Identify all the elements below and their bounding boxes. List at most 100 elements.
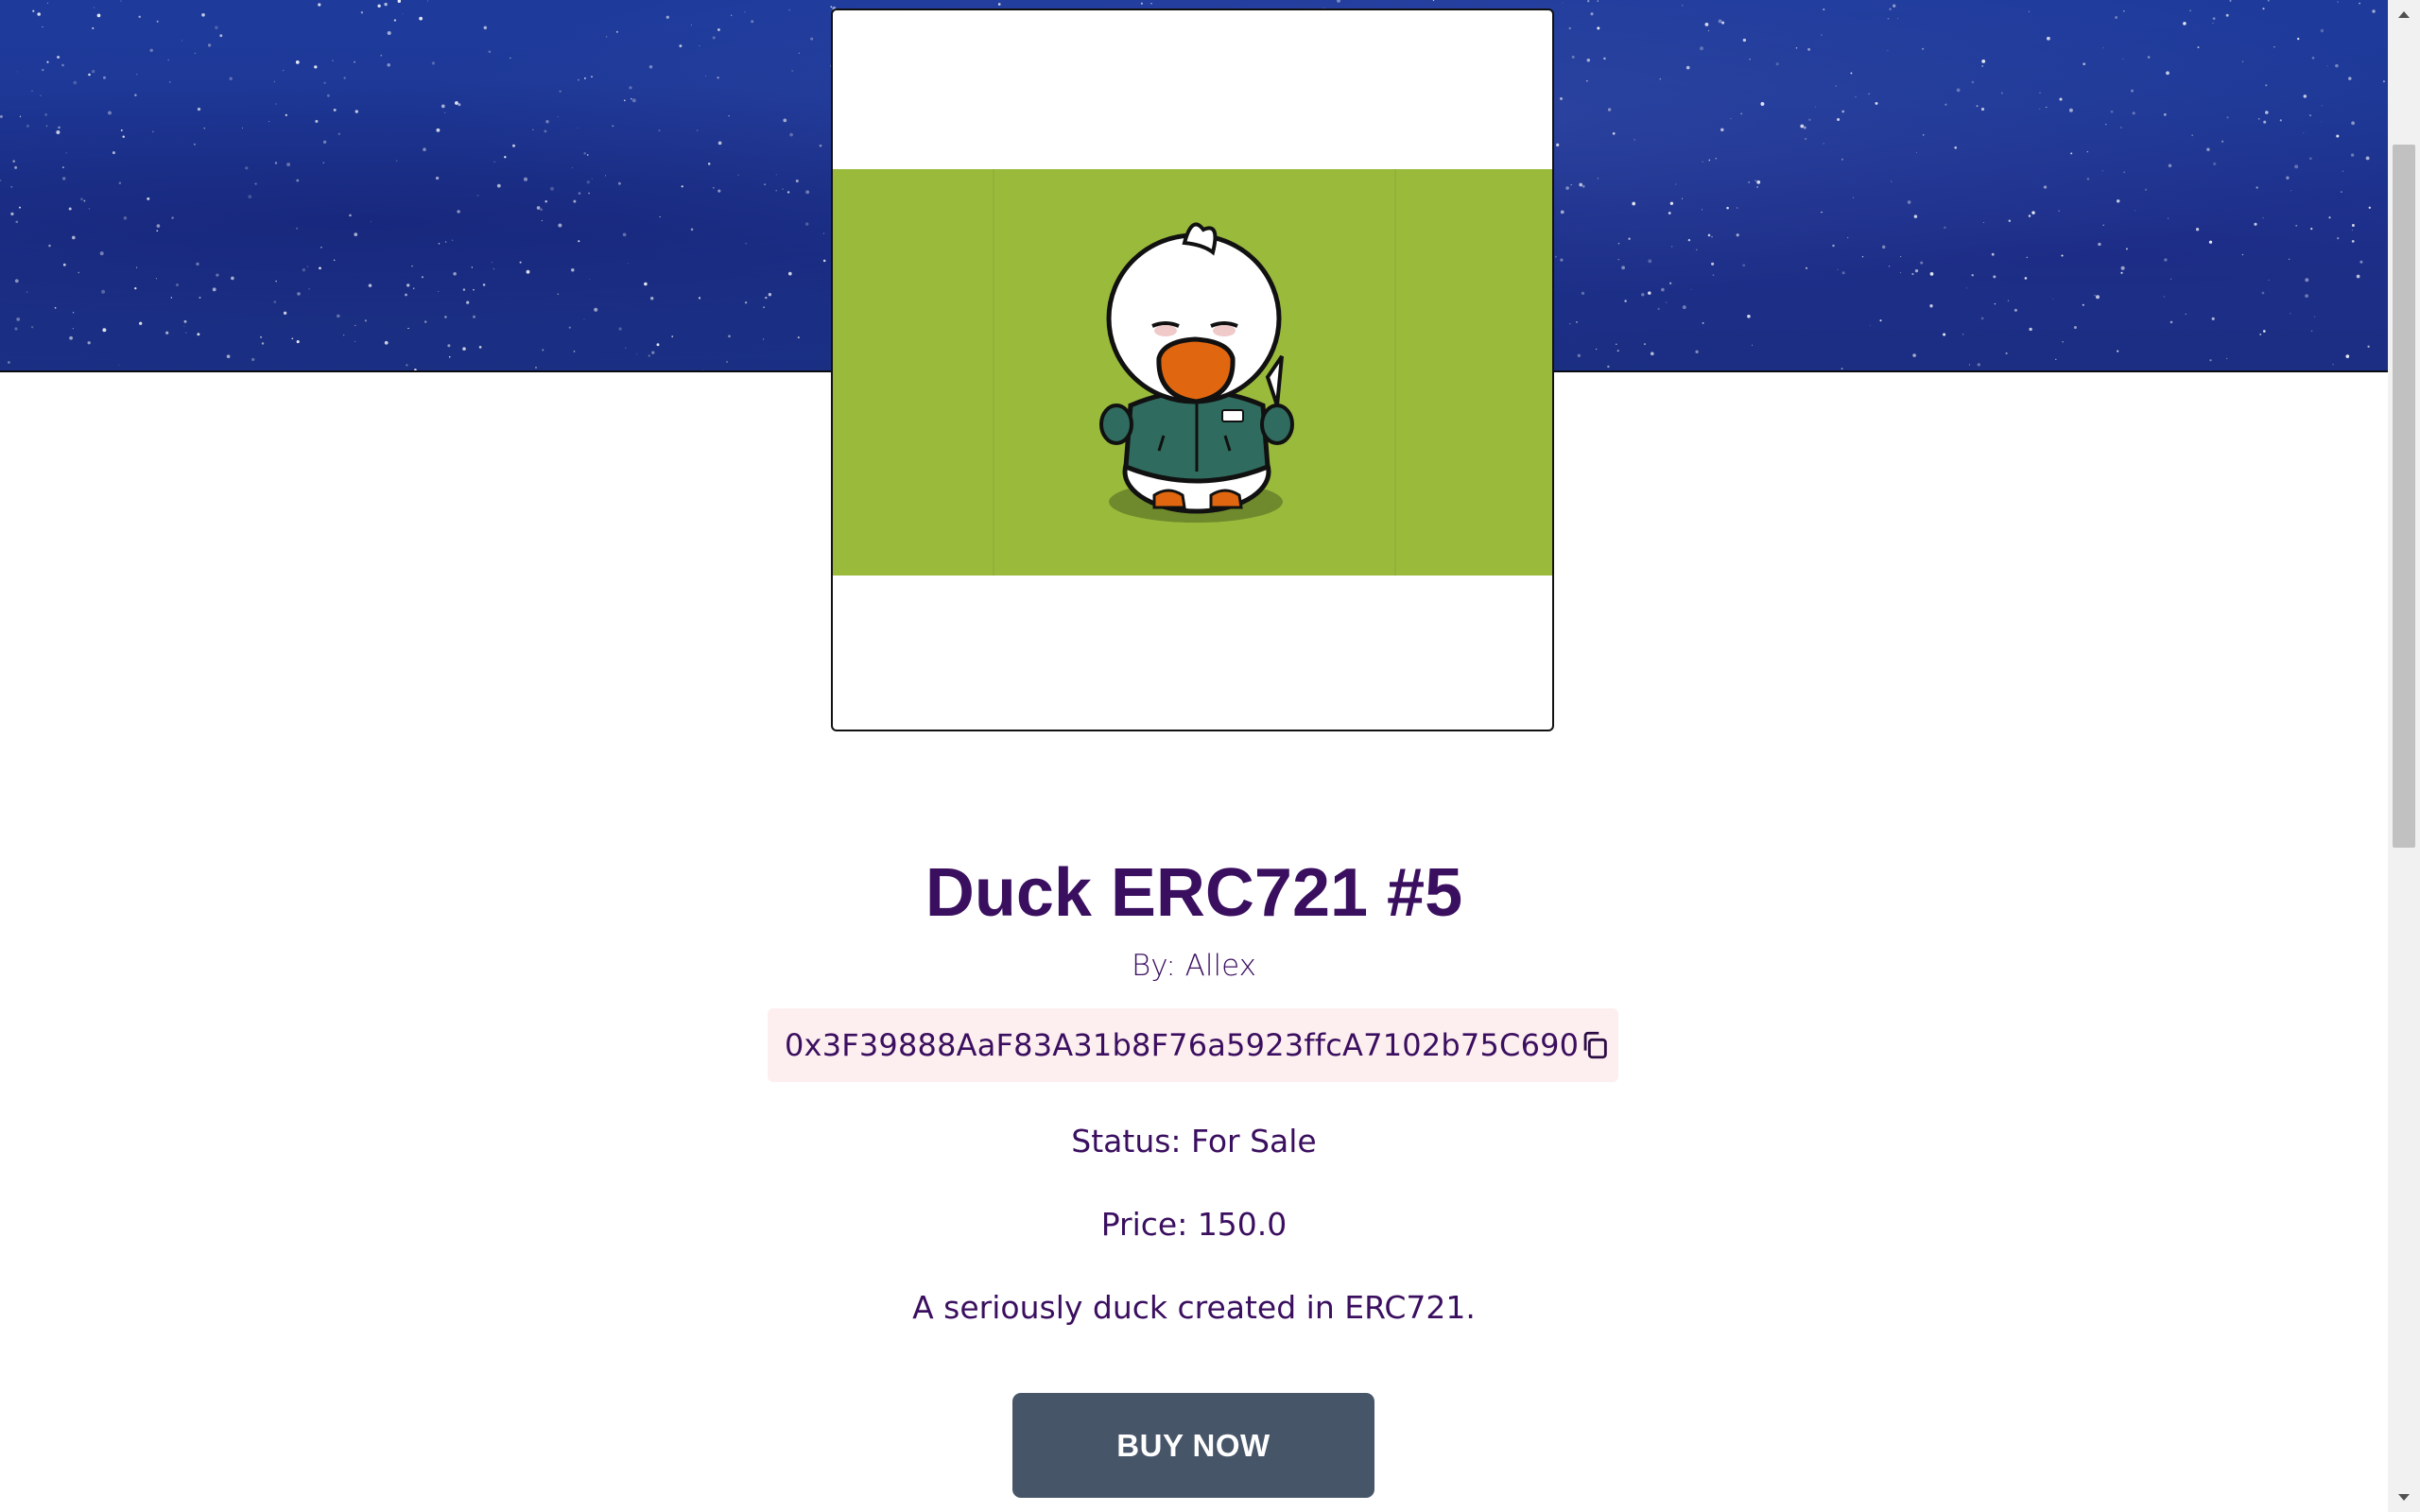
star [2101, 170, 2103, 172]
star [431, 61, 436, 65]
star [438, 243, 441, 245]
star [2117, 350, 2119, 352]
star [1775, 62, 1779, 66]
star [112, 151, 115, 155]
star [1617, 243, 1620, 245]
star [1887, 49, 1889, 52]
star [1568, 26, 1571, 30]
star [273, 80, 275, 82]
star [644, 282, 648, 286]
star [671, 335, 674, 337]
star [296, 179, 300, 182]
star [2195, 228, 2200, 232]
star [823, 232, 825, 234]
star [47, 2, 48, 4]
star [2213, 162, 2217, 166]
scrollbar-thumb[interactable] [2393, 145, 2415, 848]
scroll-down-arrow-icon[interactable] [2388, 1484, 2420, 1512]
star [354, 232, 358, 236]
star [291, 337, 294, 340]
star [2147, 56, 2151, 59]
star [577, 127, 579, 129]
star [2043, 185, 2048, 189]
star [260, 335, 263, 338]
star [788, 9, 790, 11]
nft-title: Duck ERC721 #5 [925, 855, 1463, 931]
star [1690, 288, 1692, 290]
star [2308, 157, 2312, 161]
star [2122, 58, 2124, 60]
nft-image-card[interactable] [831, 9, 1554, 731]
star [147, 197, 150, 200]
star [2029, 327, 2032, 332]
star [1962, 334, 1964, 335]
buy-now-button[interactable]: BUY NOW [1012, 1393, 1374, 1498]
scroll-up-arrow-icon[interactable] [2388, 0, 2420, 28]
star [448, 355, 451, 358]
star [559, 90, 562, 93]
star [1337, 0, 1340, 3]
star [333, 259, 336, 262]
star [207, 43, 212, 47]
star [2241, 253, 2244, 256]
vertical-scrollbar[interactable] [2388, 0, 2420, 1512]
star [261, 342, 265, 345]
star [54, 306, 57, 309]
star [1586, 80, 1588, 82]
star [1730, 117, 1732, 119]
star [219, 34, 223, 38]
star [493, 267, 495, 270]
copy-icon[interactable] [1579, 1029, 1611, 1061]
star [1977, 363, 1980, 367]
duck-artwork [833, 169, 1552, 576]
star [1981, 60, 1986, 63]
star [699, 44, 700, 47]
star [589, 279, 591, 281]
star [2039, 108, 2041, 110]
star [32, 9, 35, 12]
star [2212, 17, 2216, 20]
star [1595, 348, 1598, 351]
star [1700, 46, 1703, 51]
star [1847, 236, 1849, 239]
star [444, 112, 446, 113]
star [1747, 315, 1751, 318]
star [2059, 97, 2063, 101]
star [65, 152, 67, 154]
star [1587, 0, 1590, 3]
star [540, 208, 543, 212]
star [2226, 357, 2228, 360]
star [2321, 105, 2323, 107]
star [2351, 240, 2355, 243]
star [1981, 64, 1984, 67]
star [1597, 177, 1599, 180]
star [2273, 46, 2275, 48]
star [606, 36, 608, 38]
star [1803, 126, 1806, 129]
star [2241, 60, 2244, 62]
star [1823, 8, 1825, 11]
star [1560, 96, 1563, 100]
star [26, 291, 28, 293]
star [1707, 233, 1711, 237]
star [120, 0, 122, 2]
star [212, 287, 216, 292]
star [45, 125, 48, 127]
star [134, 286, 137, 290]
star [2102, 224, 2104, 226]
star [787, 271, 792, 276]
star [462, 288, 466, 291]
star [473, 288, 475, 291]
star [2024, 277, 2028, 280]
status-text: Status: For Sale [1071, 1123, 1317, 1160]
star [1720, 128, 1724, 132]
star [2116, 199, 2120, 203]
star [615, 30, 618, 33]
star [315, 119, 319, 123]
star [797, 336, 800, 339]
star [1945, 103, 1947, 106]
star [1648, 291, 1651, 295]
star [648, 64, 653, 69]
star [99, 251, 104, 256]
star [2221, 140, 2224, 143]
